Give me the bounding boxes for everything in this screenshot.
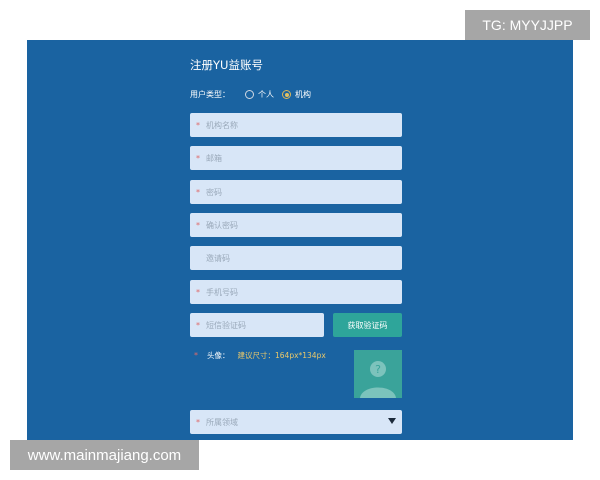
- invite-code-input[interactable]: 邀请码: [190, 246, 402, 270]
- org-name-placeholder: 机构名称: [206, 120, 238, 130]
- avatar-label: 头像：: [207, 351, 230, 360]
- get-code-button[interactable]: 获取验证码: [333, 313, 402, 337]
- password-placeholder: 密码: [206, 187, 222, 197]
- required-mark: *: [194, 351, 198, 360]
- confirm-password-placeholder: 确认密码: [206, 220, 238, 230]
- watermark-bottom-left: www.mainmajiang.com: [10, 440, 199, 470]
- phone-input[interactable]: * 手机号码: [190, 280, 402, 304]
- user-type-row: 用户类型： 个人 机构: [190, 89, 319, 100]
- user-type-org-label: 机构: [295, 90, 311, 99]
- radio-icon[interactable]: [245, 90, 254, 99]
- region-select[interactable]: * 所属领域: [190, 410, 402, 434]
- form-title: 注册YU益账号: [190, 58, 263, 72]
- avatar-row: * 头像： 建议尺寸：164px*134px: [194, 350, 326, 361]
- email-placeholder: 邮箱: [206, 153, 222, 163]
- org-name-input[interactable]: * 机构名称: [190, 113, 402, 137]
- required-mark: *: [196, 417, 200, 427]
- required-mark: *: [196, 220, 200, 230]
- required-mark: *: [196, 153, 200, 163]
- avatar-upload[interactable]: ?: [354, 350, 402, 398]
- email-input[interactable]: * 邮箱: [190, 146, 402, 170]
- required-mark: *: [196, 287, 200, 297]
- avatar-size-hint: 建议尺寸：164px*134px: [237, 351, 326, 360]
- user-type-org-option[interactable]: 机构: [282, 89, 311, 100]
- region-select-placeholder: 所属领域: [206, 417, 238, 427]
- invite-code-placeholder: 邀请码: [206, 253, 230, 263]
- radio-checked-icon[interactable]: [282, 90, 291, 99]
- question-person-icon: ?: [360, 361, 396, 398]
- password-input[interactable]: * 密码: [190, 180, 402, 204]
- watermark-top-right: TG: MYYJJPP: [465, 10, 590, 40]
- user-type-personal-option[interactable]: 个人: [245, 89, 274, 100]
- user-type-personal-label: 个人: [258, 90, 274, 99]
- sms-code-placeholder: 短信验证码: [206, 320, 246, 330]
- required-mark: *: [196, 320, 200, 330]
- required-mark: *: [196, 120, 200, 130]
- svg-text:?: ?: [375, 363, 381, 376]
- required-mark: *: [196, 187, 200, 197]
- registration-panel: 注册YU益账号 用户类型： 个人 机构 * 机构名称 * 邮箱 * 密码 * 确…: [27, 40, 573, 440]
- caret-down-icon[interactable]: [388, 418, 396, 424]
- sms-code-input[interactable]: * 短信验证码: [190, 313, 324, 337]
- confirm-password-input[interactable]: * 确认密码: [190, 213, 402, 237]
- phone-placeholder: 手机号码: [206, 287, 238, 297]
- user-type-label: 用户类型：: [190, 90, 230, 99]
